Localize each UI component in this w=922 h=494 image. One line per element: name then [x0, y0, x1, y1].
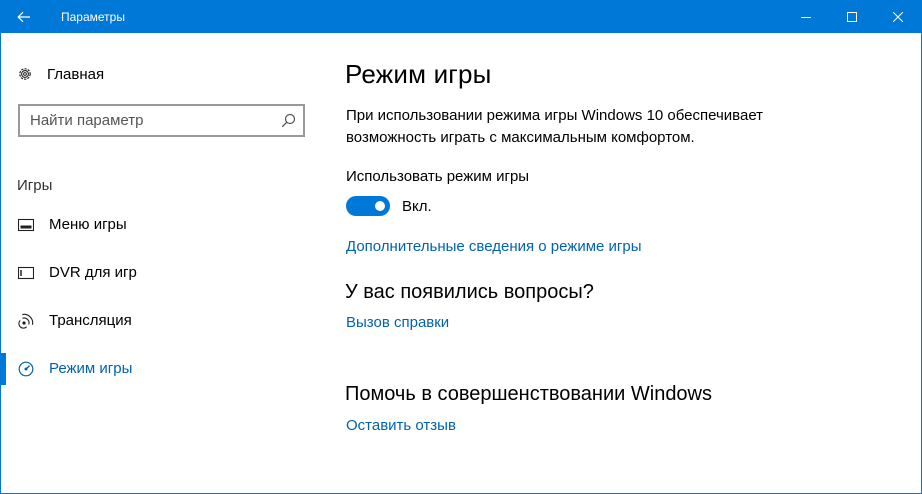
maximize-icon [847, 12, 857, 22]
sidebar-item-label: Режим игры [49, 360, 133, 377]
broadcast-icon [17, 312, 35, 330]
gear-icon [19, 68, 31, 80]
minimize-icon [801, 17, 811, 18]
maximize-button[interactable] [829, 1, 875, 33]
questions-heading: У вас появились вопросы? [345, 281, 594, 303]
home-label: Главная [47, 65, 105, 83]
page-title: Режим игры [345, 59, 492, 89]
game-mode-icon [17, 360, 35, 378]
page-description: При использовании режима игры Windows 10… [346, 107, 764, 146]
search-icon[interactable] [281, 113, 296, 128]
sidebar: Главная Игры Меню игры [1, 33, 321, 493]
minimize-button[interactable] [783, 1, 829, 33]
toggle-label: Использовать режим игры [346, 168, 530, 185]
active-indicator [1, 353, 6, 385]
sidebar-item-label: Трансляция [49, 312, 132, 329]
window-title: Параметры [61, 10, 125, 24]
give-feedback-link[interactable]: Оставить отзыв [346, 417, 456, 434]
settings-window: Параметры Главная Найти параметр Игры Ме… [0, 0, 922, 494]
toggle-knob [375, 201, 385, 211]
main-content: Режим игры При использовании режима игры… [345, 33, 905, 493]
sidebar-item-label: Меню игры [49, 216, 127, 233]
sidebar-item-label: DVR для игр [49, 264, 137, 281]
arrow-left-icon [17, 11, 30, 23]
game-mode-toggle[interactable] [346, 196, 390, 216]
close-button[interactable] [875, 1, 921, 33]
search-box[interactable] [18, 104, 305, 137]
game-bar-icon [17, 216, 35, 234]
sidebar-item-game-bar[interactable]: Меню игры [1, 205, 321, 245]
sidebar-item-broadcast[interactable]: Трансляция [1, 301, 321, 341]
more-info-link[interactable]: Дополнительные сведения о режиме игры [346, 238, 642, 255]
get-help-link[interactable]: Вызов справки [346, 314, 449, 331]
section-label-games: Игры [17, 177, 53, 194]
home-nav-item[interactable]: Главная [17, 63, 104, 85]
improve-windows-heading: Помочь в совершенствовании Windows [345, 383, 713, 405]
sidebar-item-game-dvr[interactable]: DVR для игр [1, 253, 321, 293]
back-button[interactable] [1, 1, 47, 33]
search-input[interactable] [20, 106, 270, 135]
game-dvr-icon [17, 264, 35, 282]
sidebar-item-game-mode[interactable]: Режим игры [1, 349, 321, 389]
title-bar: Параметры [1, 1, 921, 33]
close-icon [893, 12, 903, 22]
toggle-state-label: Вкл. [402, 198, 432, 215]
